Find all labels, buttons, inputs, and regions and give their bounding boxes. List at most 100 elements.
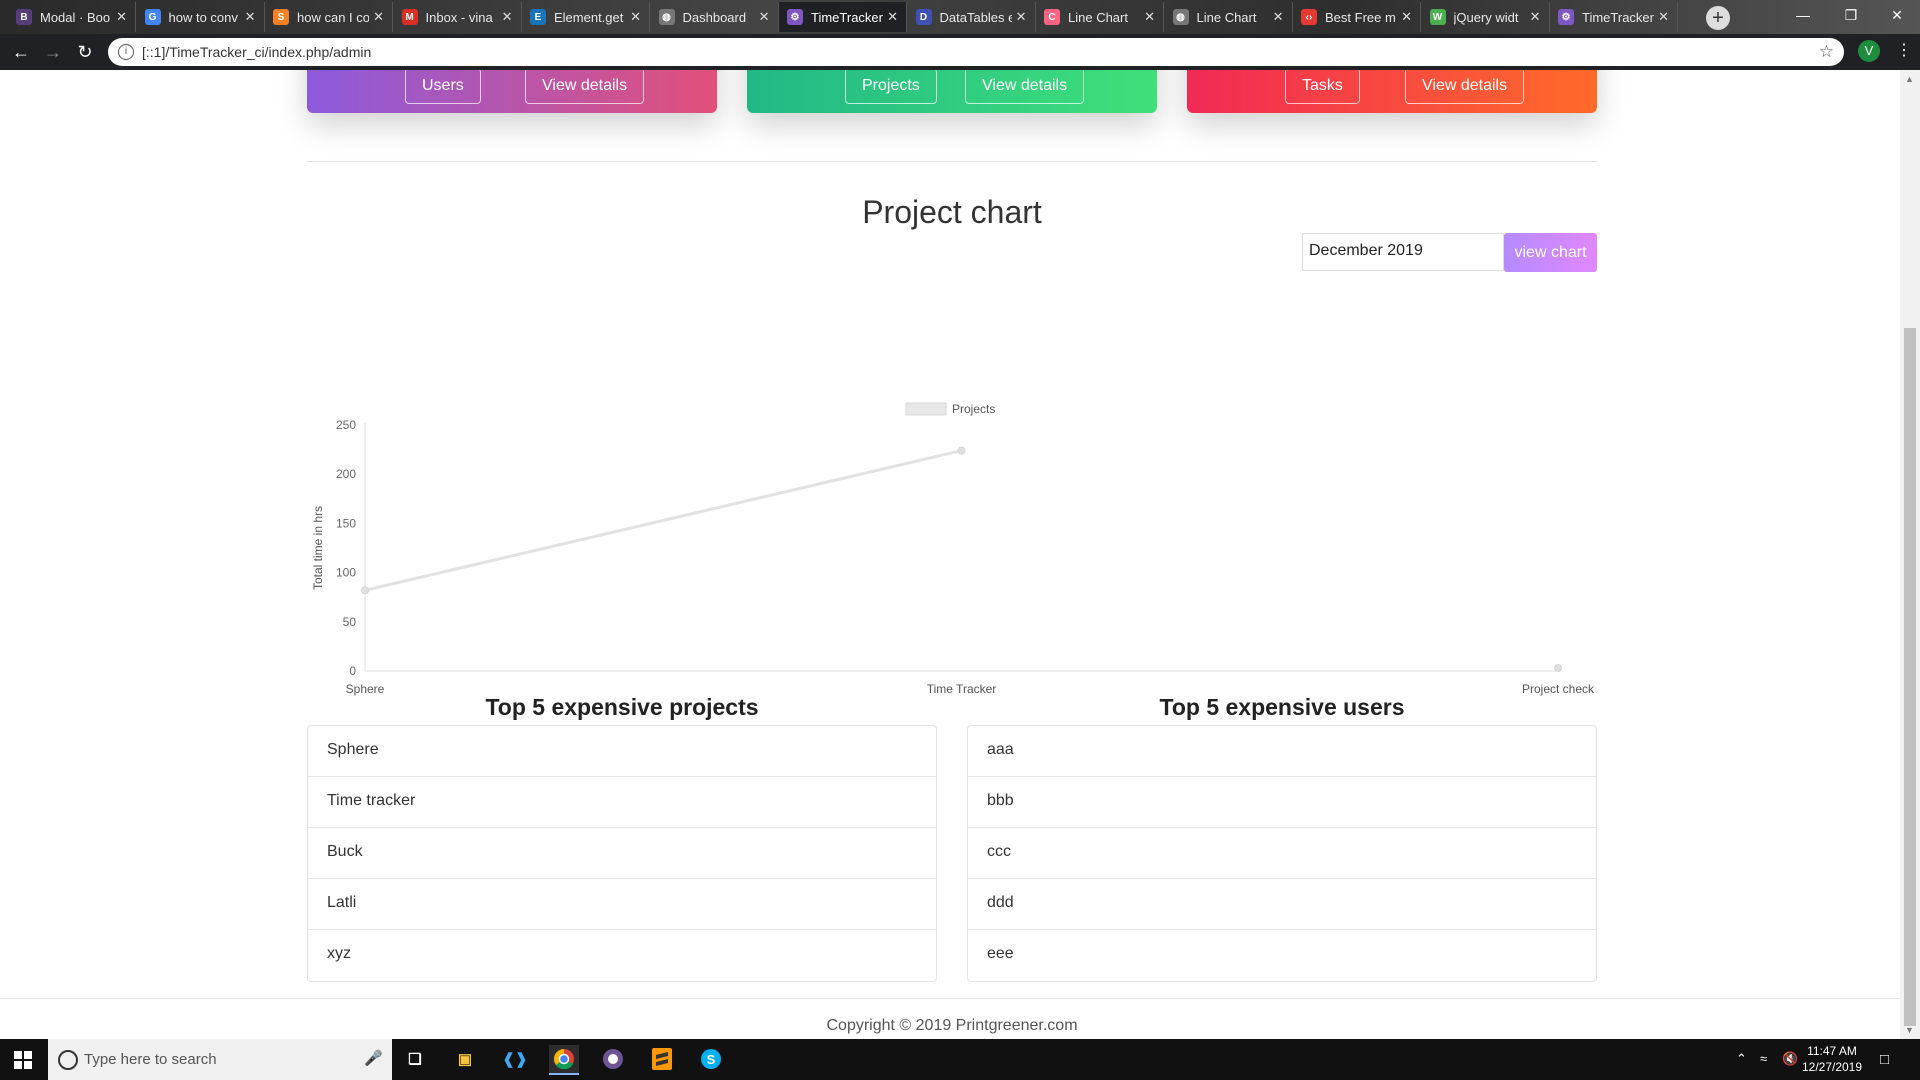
chartjs-icon: C [1044, 9, 1060, 25]
tab-label: Best Free m [1325, 9, 1396, 25]
scroll-down-icon[interactable]: ▼ [1905, 1025, 1914, 1035]
tab-label: jQuery widt [1453, 9, 1519, 25]
tasks-button[interactable]: Tasks [1285, 70, 1360, 104]
vscode-icon[interactable]: ❰❱ [500, 1045, 530, 1073]
section-divider [307, 161, 1597, 162]
globe-icon: ◍ [658, 9, 675, 25]
tab-close-icon[interactable]: ✕ [1016, 9, 1027, 25]
projects-view-details-button[interactable]: View details [965, 70, 1085, 104]
address-bar[interactable]: i [::1]/TimeTracker_ci/index.php/admin ☆ [108, 38, 1844, 66]
user-list-item: ccc [968, 828, 1596, 879]
tab-close-icon[interactable]: ✕ [1144, 9, 1155, 25]
tab-label: Line Chart [1068, 9, 1128, 25]
address-url[interactable]: [::1]/TimeTracker_ci/index.php/admin [142, 44, 371, 60]
projects-button[interactable]: Projects [845, 70, 937, 104]
project-list-item: Latli [308, 879, 936, 930]
code-icon: ‹› [1301, 9, 1317, 25]
reload-icon[interactable]: ↻ [74, 42, 96, 63]
taskbar-search-box[interactable]: Type here to search 🎤 [48, 1039, 392, 1080]
microphone-icon[interactable]: 🎤 [364, 1049, 383, 1067]
taskbar-search-placeholder[interactable]: Type here to search [84, 1051, 217, 1068]
browser-tab[interactable]: ‹› Best Free m ✕ [1293, 2, 1421, 32]
info-icon[interactable]: i [118, 44, 134, 60]
tab-close-icon[interactable]: ✕ [759, 9, 770, 25]
tray-chevron-icon[interactable]: ⌃ [1736, 1051, 1747, 1067]
tab-label: Modal · Boo [40, 9, 111, 25]
tab-close-icon[interactable]: ✕ [245, 9, 256, 25]
legend-swatch [905, 402, 947, 416]
tasks-card: Tasks View details [1187, 70, 1597, 113]
tab-close-icon[interactable]: ✕ [373, 9, 384, 25]
tab-label: how to conv [168, 9, 238, 25]
browser-tab[interactable]: Ghow to conv ✕ [137, 2, 265, 32]
sublime-text-icon[interactable] [647, 1045, 677, 1073]
project-list-item: Buck [308, 828, 936, 879]
taskbar-clock[interactable]: 11:47 AM 12/27/2019 [1800, 1043, 1864, 1075]
minimize-button[interactable]: — [1780, 0, 1826, 30]
tab-label: TimeTracker [1582, 9, 1654, 25]
tab-close-icon[interactable]: ✕ [1273, 9, 1284, 25]
close-window-button[interactable]: ✕ [1874, 0, 1920, 30]
browser-tab[interactable]: ◍ Line Chart ✕ [1165, 2, 1293, 32]
new-tab-button[interactable]: + [1706, 6, 1730, 30]
forward-arrow-icon[interactable]: → [42, 42, 64, 63]
data-point [361, 586, 369, 595]
windows-start-icon[interactable] [14, 1051, 32, 1069]
browser-tab[interactable]: WjQuery widt ✕ [1422, 2, 1550, 32]
scroll-up-icon[interactable]: ▲ [1905, 74, 1914, 84]
users-view-details-button[interactable]: View details [525, 70, 645, 104]
tab-close-icon[interactable]: ✕ [1401, 9, 1412, 25]
browser-tab[interactable]: ◍ Dashboard ✕ [651, 2, 779, 32]
tab-close-icon[interactable]: ✕ [1658, 9, 1669, 25]
browser-tab[interactable]: E Element.get ✕ [522, 2, 650, 32]
top-projects-list: Sphere Time tracker Buck Latli xyz [307, 725, 937, 982]
project-list-item: Sphere [308, 726, 936, 777]
users-card: Users View details [307, 70, 717, 113]
y-tick-label: 150 [336, 516, 356, 530]
browser-tab[interactable]: ⚙ TimeTracker ✕ [1550, 2, 1678, 32]
browser-tab[interactable]: D DataTables e ✕ [908, 2, 1036, 32]
scrollbar-thumb[interactable] [1904, 328, 1916, 1026]
month-picker-input[interactable]: December 2019 [1302, 233, 1504, 271]
tasks-view-details-button[interactable]: View details [1405, 70, 1525, 104]
tab-label: Dashboard [682, 9, 747, 25]
browser-tab[interactable]: ⚙ TimeTracker ✕ [779, 2, 907, 32]
browser-tab[interactable]: B Modal · Boo ✕ [8, 2, 136, 32]
git-app-icon[interactable] [598, 1045, 628, 1073]
tab-close-icon[interactable]: ✕ [1530, 9, 1541, 25]
top-users-list: aaa bbb ccc ddd eee [967, 725, 1597, 982]
bookmark-star-icon[interactable]: ☆ [1819, 42, 1834, 62]
wifi-icon[interactable]: ≈ [1760, 1051, 1767, 1066]
volume-muted-icon[interactable]: 🔇 [1782, 1051, 1798, 1067]
browser-tab[interactable]: M Inbox - vina ✕ [394, 2, 522, 32]
project-list-item: Time tracker [308, 777, 936, 828]
w3schools-icon: W [1429, 9, 1446, 25]
task-view-icon[interactable]: ❏ [400, 1045, 430, 1073]
back-arrow-icon[interactable]: ← [10, 42, 32, 63]
users-button[interactable]: Users [405, 70, 481, 104]
tab-close-icon[interactable]: ✕ [630, 9, 641, 25]
tab-close-icon[interactable]: ✕ [502, 9, 513, 25]
user-list-item: bbb [968, 777, 1596, 828]
user-list-item: aaa [968, 726, 1596, 777]
tab-label: Line Chart [1196, 9, 1257, 25]
restore-button[interactable]: ❐ [1828, 0, 1874, 30]
cortana-icon [58, 1050, 78, 1070]
skype-icon[interactable]: S [696, 1045, 726, 1073]
tab-close-icon[interactable]: ✕ [887, 9, 898, 25]
browser-toolbar: ← → ↻ i [::1]/TimeTracker_ci/index.php/a… [0, 34, 1920, 70]
file-explorer-icon[interactable]: ▣ [450, 1045, 480, 1073]
view-chart-button[interactable]: view chart [1504, 233, 1597, 272]
page-scrollbar[interactable]: ▲ ▼ [1900, 70, 1920, 1039]
chrome-icon[interactable] [549, 1045, 579, 1075]
profile-avatar[interactable]: V [1858, 40, 1880, 62]
data-point [1554, 664, 1562, 673]
notification-icon[interactable]: □ [1880, 1051, 1889, 1068]
y-axis-label: Total time in hrs [311, 506, 325, 590]
browser-menu-icon[interactable]: ⋮ [1896, 40, 1912, 60]
project-line-chart: 050100150200250Total time in hrsSphere Ti… [311, 402, 1595, 696]
svg-text:S: S [707, 1052, 716, 1067]
browser-tab[interactable]: C Line Chart ✕ [1036, 2, 1164, 32]
browser-tab[interactable]: Show can I co ✕ [265, 2, 393, 32]
tab-close-icon[interactable]: ✕ [116, 9, 127, 25]
